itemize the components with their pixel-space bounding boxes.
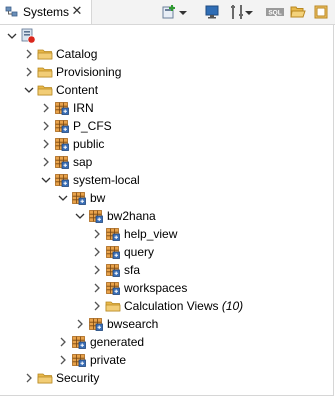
tree-item-private[interactable]: private (0, 351, 334, 369)
system-icon (20, 28, 36, 44)
chevron-right-icon[interactable] (40, 119, 52, 133)
tree-item-label: Provisioning (56, 65, 122, 79)
tree-item-catalog[interactable]: Catalog (0, 45, 334, 63)
package-icon (54, 118, 70, 134)
package-icon (54, 172, 70, 188)
chevron-down-icon[interactable] (23, 83, 35, 97)
dropdown-arrow-icon[interactable] (177, 2, 189, 22)
sql-icon[interactable]: SQL (264, 2, 286, 22)
tree-item-label: bwsearch (107, 317, 159, 331)
view-tab-bar: Systems ✕ SQL (0, 0, 335, 25)
chevron-right-icon[interactable] (40, 155, 52, 169)
tree-item-bw[interactable]: bw (0, 189, 334, 207)
object-icon[interactable] (311, 2, 331, 22)
folder-icon (37, 46, 53, 62)
chevron-right-icon[interactable] (91, 263, 103, 277)
tree-item-label: bw2hana (107, 209, 156, 223)
svg-text:SQL: SQL (268, 10, 281, 17)
folder-icon (37, 370, 53, 386)
folder-icon (37, 64, 53, 80)
tree-item-p-cfs[interactable]: P_CFS (0, 117, 334, 135)
item-count: (10) (218, 299, 244, 313)
tree-item-label: Catalog (56, 47, 98, 61)
tree-item-label: public (73, 137, 105, 151)
tree-item-system[interactable] (0, 27, 334, 45)
chevron-right-icon[interactable] (40, 137, 52, 151)
tree-item-label: bw (90, 191, 106, 205)
chevron-right-icon[interactable] (57, 353, 69, 367)
package-icon (71, 352, 87, 368)
tree-item-label: private (90, 353, 127, 367)
tree-item-workspaces[interactable]: workspaces (0, 279, 334, 297)
chevron-right-icon[interactable] (91, 227, 103, 241)
package-icon (88, 208, 104, 224)
tree-item-generated[interactable]: generated (0, 333, 334, 351)
tree-item-bw2hana[interactable]: bw2hana (0, 207, 334, 225)
chevron-right-icon[interactable] (91, 245, 103, 259)
tree-item-help-view[interactable]: help_view (0, 225, 334, 243)
package-icon (105, 244, 121, 260)
chevron-right-icon[interactable] (23, 47, 35, 61)
package-icon (105, 226, 121, 242)
chevron-right-icon[interactable] (74, 317, 86, 331)
tree-item-irn[interactable]: IRN (0, 99, 334, 117)
chevron-down-icon[interactable] (74, 209, 86, 223)
tree-item-label: Security (56, 371, 100, 385)
package-icon (105, 280, 121, 296)
tree-item-label: sap (73, 155, 93, 169)
systems-tree: Catalog Provisioning Content IRN P_CFSpublic… (0, 24, 334, 396)
tree-item-calculation-views[interactable]: Calculation Views (10) (0, 297, 334, 315)
package-icon (105, 262, 121, 278)
package-icon (88, 316, 104, 332)
tab-systems[interactable]: Systems ✕ (0, 0, 92, 24)
tree-item-label: workspaces (124, 281, 188, 295)
chevron-down-icon[interactable] (6, 29, 18, 43)
tree-item-label: generated (90, 335, 145, 349)
folder-icon (105, 298, 121, 314)
chevron-right-icon[interactable] (91, 281, 103, 295)
folder-icon (37, 82, 53, 98)
tab-label: Systems (23, 5, 70, 19)
chevron-right-icon[interactable] (40, 101, 52, 115)
close-icon[interactable]: ✕ (70, 4, 84, 18)
tree-item-security[interactable]: Security (0, 369, 334, 387)
dropdown-arrow-icon[interactable] (243, 2, 255, 22)
systems-tab-icon (5, 5, 19, 19)
open-folder-icon[interactable] (288, 2, 308, 22)
package-icon (54, 154, 70, 170)
chevron-right-icon[interactable] (23, 65, 35, 79)
monitor-icon[interactable] (202, 2, 222, 22)
tree-item-query[interactable]: query (0, 243, 334, 261)
tree-item-public[interactable]: public (0, 135, 334, 153)
tree-item-label: Calculation Views (10) (124, 299, 244, 313)
chevron-down-icon[interactable] (57, 191, 69, 205)
tree-item-label: help_view (124, 227, 178, 241)
package-icon (71, 190, 87, 206)
tree-item-bwsearch[interactable]: bwsearch (0, 315, 334, 333)
add-system-icon[interactable] (159, 2, 179, 22)
chevron-down-icon[interactable] (40, 173, 52, 187)
chevron-right-icon[interactable] (91, 299, 103, 313)
tree-item-label: query (124, 245, 155, 259)
tree-item-label: P_CFS (73, 119, 112, 133)
tree-item-system-local[interactable]: system-local (0, 171, 334, 189)
tree-item-provisioning[interactable]: Provisioning (0, 63, 334, 81)
chevron-right-icon[interactable] (57, 335, 69, 349)
tree-item-content[interactable]: Content (0, 81, 334, 99)
package-icon (54, 100, 70, 116)
tree-item-sap[interactable]: sap (0, 153, 334, 171)
chevron-right-icon[interactable] (23, 371, 35, 385)
package-icon (71, 334, 87, 350)
tree-item-label: IRN (73, 101, 94, 115)
tree-item-label: Content (56, 83, 99, 97)
tree-item-label: sfa (124, 263, 141, 277)
tree-item-sfa[interactable]: sfa (0, 261, 334, 279)
tree-item-label: system-local (73, 173, 140, 187)
package-icon (54, 136, 70, 152)
